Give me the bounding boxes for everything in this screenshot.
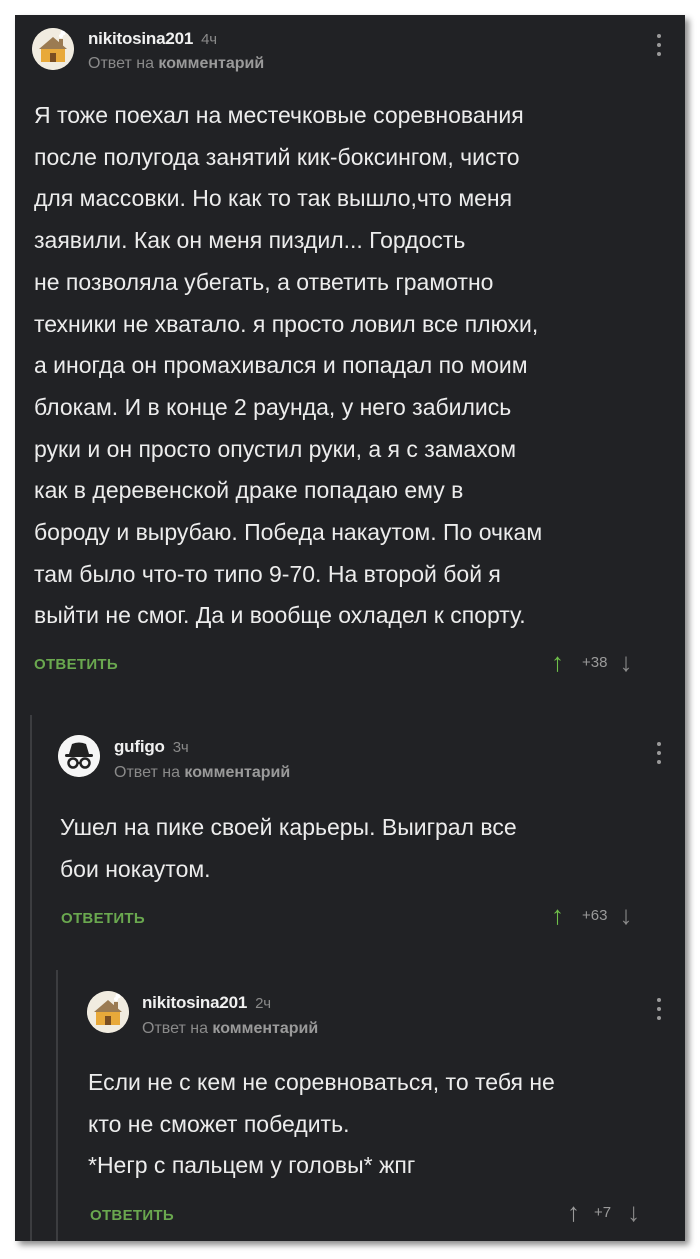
- comment-thread: nikitosina201 4ч Ответ на комментарий Я т…: [15, 15, 685, 1241]
- username[interactable]: nikitosina201 2ч: [142, 993, 271, 1013]
- timestamp: 2ч: [255, 995, 271, 1012]
- arrow-up-icon[interactable]: ↑: [567, 1199, 580, 1225]
- house-avatar-icon: [87, 991, 129, 1033]
- reply-prefix: Ответ на: [142, 1020, 208, 1037]
- avatar[interactable]: [87, 991, 129, 1033]
- comment-text: Если не с кем не соревноваться, то тебя …: [88, 1069, 555, 1179]
- username-text[interactable]: nikitosina201: [142, 993, 247, 1012]
- reply-target[interactable]: комментарий: [212, 1020, 318, 1037]
- comment-3: nikitosina201 2ч Ответ на комментарий Есл…: [15, 15, 685, 1241]
- reply-to-link[interactable]: Ответ на комментарий: [142, 1020, 318, 1038]
- more-vertical-icon[interactable]: [656, 998, 662, 1020]
- rating-controls: ↑ +7 ↓: [567, 1199, 640, 1225]
- score: +7: [594, 1203, 612, 1221]
- arrow-down-icon[interactable]: ↓: [627, 1199, 640, 1225]
- reply-button[interactable]: ОТВЕТИТЬ: [90, 1207, 174, 1224]
